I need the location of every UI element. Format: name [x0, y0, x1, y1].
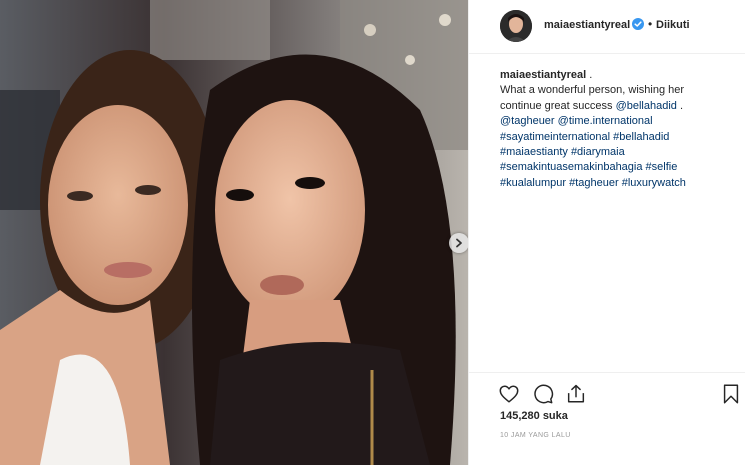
- caption: maiaestiantyreal . What a wonderful pers…: [500, 68, 728, 191]
- caption-after-username: .: [586, 69, 593, 81]
- next-photo-button[interactable]: [449, 233, 468, 253]
- hashtag-link[interactable]: #tagheuer: [569, 177, 619, 189]
- avatar[interactable]: [500, 10, 532, 42]
- hashtag-link[interactable]: #diarymaia: [571, 146, 625, 158]
- caption-username[interactable]: maiaestiantyreal: [500, 69, 586, 81]
- hashtag-link[interactable]: #bellahadid: [613, 131, 669, 143]
- hashtag-link[interactable]: #luxurywatch: [622, 177, 686, 189]
- verified-badge-icon: [632, 18, 644, 30]
- hashtag-link[interactable]: #maiaestianty: [500, 146, 568, 158]
- caption-line-6: #semakintuasemakinbahagia #selfie: [500, 160, 728, 175]
- caption-text: What a wonderful person, wishing her: [500, 84, 685, 97]
- caption-line-7: #kualalumpur #tagheuer #luxurywatch: [500, 176, 728, 191]
- mention-link[interactable]: @bellahadid: [616, 100, 677, 112]
- caption-line-3: @tagheuer @time.international: [500, 114, 728, 129]
- post-photo[interactable]: [0, 0, 468, 465]
- likes-count[interactable]: 145,280 suka: [500, 410, 568, 422]
- caption-line-1: What a wonderful person, wishing her: [500, 83, 728, 98]
- caption-line-2: continue great success @bellahadid .: [500, 99, 728, 114]
- follow-status-button[interactable]: Diikuti: [656, 19, 690, 31]
- caption-line-5: #maiaestianty #diarymaia: [500, 145, 728, 160]
- bookmark-icon[interactable]: [720, 383, 742, 405]
- caption-text: .: [676, 99, 684, 112]
- caption-line-4: #sayatimeinternational #bellahadid: [500, 130, 728, 145]
- username-link[interactable]: maiaestiantyreal: [544, 19, 630, 31]
- action-bar: 145,280 suka 10 JAM YANG LALU: [469, 372, 745, 465]
- mention-link[interactable]: @time.international: [558, 115, 653, 127]
- avatar-image: [500, 10, 532, 42]
- heart-icon[interactable]: [498, 383, 520, 405]
- caption-line-0: maiaestiantyreal .: [500, 68, 728, 83]
- hashtag-link[interactable]: #sayatimeinternational: [500, 131, 610, 143]
- mention-link[interactable]: @tagheuer: [500, 115, 555, 127]
- post-header: maiaestiantyreal • Diikuti: [469, 0, 745, 54]
- post-details-panel: maiaestiantyreal • Diikuti maiaestiantyr…: [468, 0, 745, 465]
- separator-dot: •: [648, 17, 653, 31]
- hashtag-link[interactable]: #selfie: [646, 161, 678, 173]
- post-timestamp[interactable]: 10 JAM YANG LALU: [500, 432, 571, 439]
- hashtag-link[interactable]: #kualalumpur: [500, 177, 566, 189]
- chevron-right-icon: [456, 238, 462, 248]
- comment-icon[interactable]: [532, 383, 554, 405]
- hashtag-link[interactable]: #semakintuasemakinbahagia: [500, 161, 642, 173]
- selfie-photo: [0, 0, 468, 465]
- share-icon[interactable]: [565, 383, 587, 405]
- caption-text: continue great success: [500, 99, 616, 112]
